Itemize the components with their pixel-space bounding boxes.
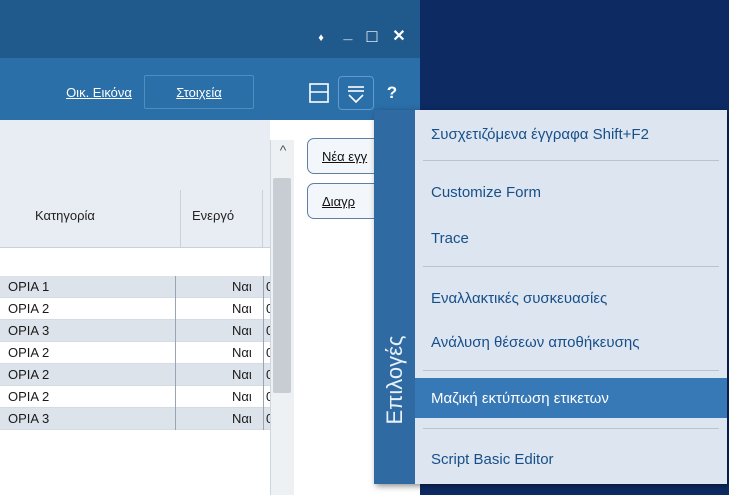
menu-item-alternative-packaging[interactable]: Εναλλακτικές συσκευασίες <box>415 280 727 316</box>
oik-eikona-button[interactable]: Οικ. Εικόνα <box>56 75 142 109</box>
cell-category: ΟΡΙΑ 2 <box>8 389 50 404</box>
menu-item-bulk-label-print[interactable]: Μαζική εκτύπωση ετικετων <box>415 378 727 418</box>
menu-item-related-documents[interactable]: Συσχετιζόμενα έγγραφα Shift+F2 <box>415 114 727 154</box>
table-row[interactable]: ΟΡΙΑ 2 Ναι 0 <box>0 386 270 408</box>
menu-item-trace[interactable]: Trace <box>415 220 727 256</box>
cell-category: ΟΡΙΑ 2 <box>8 367 50 382</box>
table-row[interactable]: ΟΡΙΑ 2 Ναι 0 <box>0 342 270 364</box>
header-active[interactable]: Ενεργό <box>192 208 234 223</box>
menu-item-customize-form[interactable]: Customize Form <box>415 174 727 210</box>
maximize-button[interactable]: □ <box>362 26 382 46</box>
cell-active: Ναι <box>232 411 252 426</box>
menu-separator <box>423 160 719 161</box>
menu-separator <box>423 370 719 371</box>
help-button[interactable]: ? <box>380 80 404 106</box>
close-button[interactable]: ✕ <box>388 26 410 46</box>
menu-strip-label: Επιλογές <box>381 335 407 425</box>
table-row[interactable]: ΟΡΙΑ 2 Ναι 0 <box>0 298 270 320</box>
options-icon[interactable] <box>338 76 374 110</box>
cell-active: Ναι <box>232 301 252 316</box>
cell-category: ΟΡΙΑ 2 <box>8 301 50 316</box>
cell-active: Ναι <box>232 279 252 294</box>
pin-icon[interactable]: ♦ <box>312 28 330 48</box>
cell-category: ΟΡΙΑ 1 <box>8 279 50 294</box>
menu-item-script-basic-editor[interactable]: Script Basic Editor <box>415 440 727 478</box>
menu-separator <box>423 266 719 267</box>
scroll-thumb[interactable] <box>273 178 291 393</box>
table-row[interactable]: ΟΡΙΑ 3 Ναι 0 <box>0 320 270 342</box>
cell-active: Ναι <box>232 367 252 382</box>
cell-category: ΟΡΙΑ 3 <box>8 411 50 426</box>
scroll-up-arrow-icon[interactable]: ^ <box>274 142 292 160</box>
layout-icon[interactable] <box>304 80 334 106</box>
cell-category: ΟΡΙΑ 2 <box>8 345 50 360</box>
cell-category: ΟΡΙΑ 3 <box>8 323 50 338</box>
header-category[interactable]: Κατηγορία <box>35 208 95 223</box>
table-row[interactable]: ΟΡΙΑ 3 Ναι 0 <box>0 408 270 430</box>
minimize-button[interactable]: _ <box>338 24 358 44</box>
menu-separator <box>423 428 719 429</box>
menu-item-storage-analysis[interactable]: Ανάλυση θέσεων αποθήκευσης <box>415 324 727 360</box>
cell-active: Ναι <box>232 323 252 338</box>
stoixeia-button[interactable]: Στοιχεία <box>144 75 254 109</box>
cell-active: Ναι <box>232 389 252 404</box>
cell-active: Ναι <box>232 345 252 360</box>
grid-header <box>0 120 270 248</box>
table-row[interactable]: ΟΡΙΑ 1 Ναι 0 <box>0 276 270 298</box>
table-row[interactable]: ΟΡΙΑ 2 Ναι 0 <box>0 364 270 386</box>
